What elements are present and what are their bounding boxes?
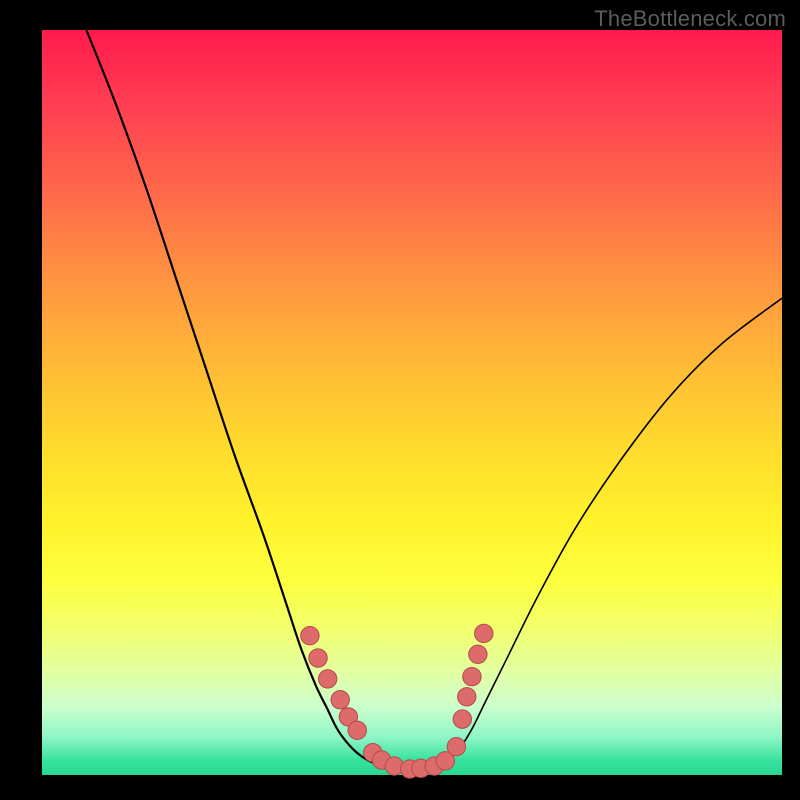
marker-dot [475, 624, 493, 642]
marker-dot [458, 688, 476, 706]
curve-group [86, 30, 782, 770]
marker-dot [469, 645, 487, 663]
marker-dot [463, 667, 481, 685]
marker-dot [301, 626, 319, 644]
chart-frame: TheBottleneck.com [0, 0, 800, 800]
marker-dot [348, 721, 366, 739]
marker-group [301, 624, 493, 778]
marker-dot [309, 649, 327, 667]
watermark-text: TheBottleneck.com [594, 6, 786, 32]
plot-area [42, 30, 782, 775]
right-curve [442, 298, 782, 764]
left-curve [86, 30, 382, 766]
marker-dot [453, 710, 471, 728]
marker-dot [331, 691, 349, 709]
marker-dot [318, 670, 336, 688]
marker-dot [447, 737, 465, 755]
chart-svg [42, 30, 782, 775]
